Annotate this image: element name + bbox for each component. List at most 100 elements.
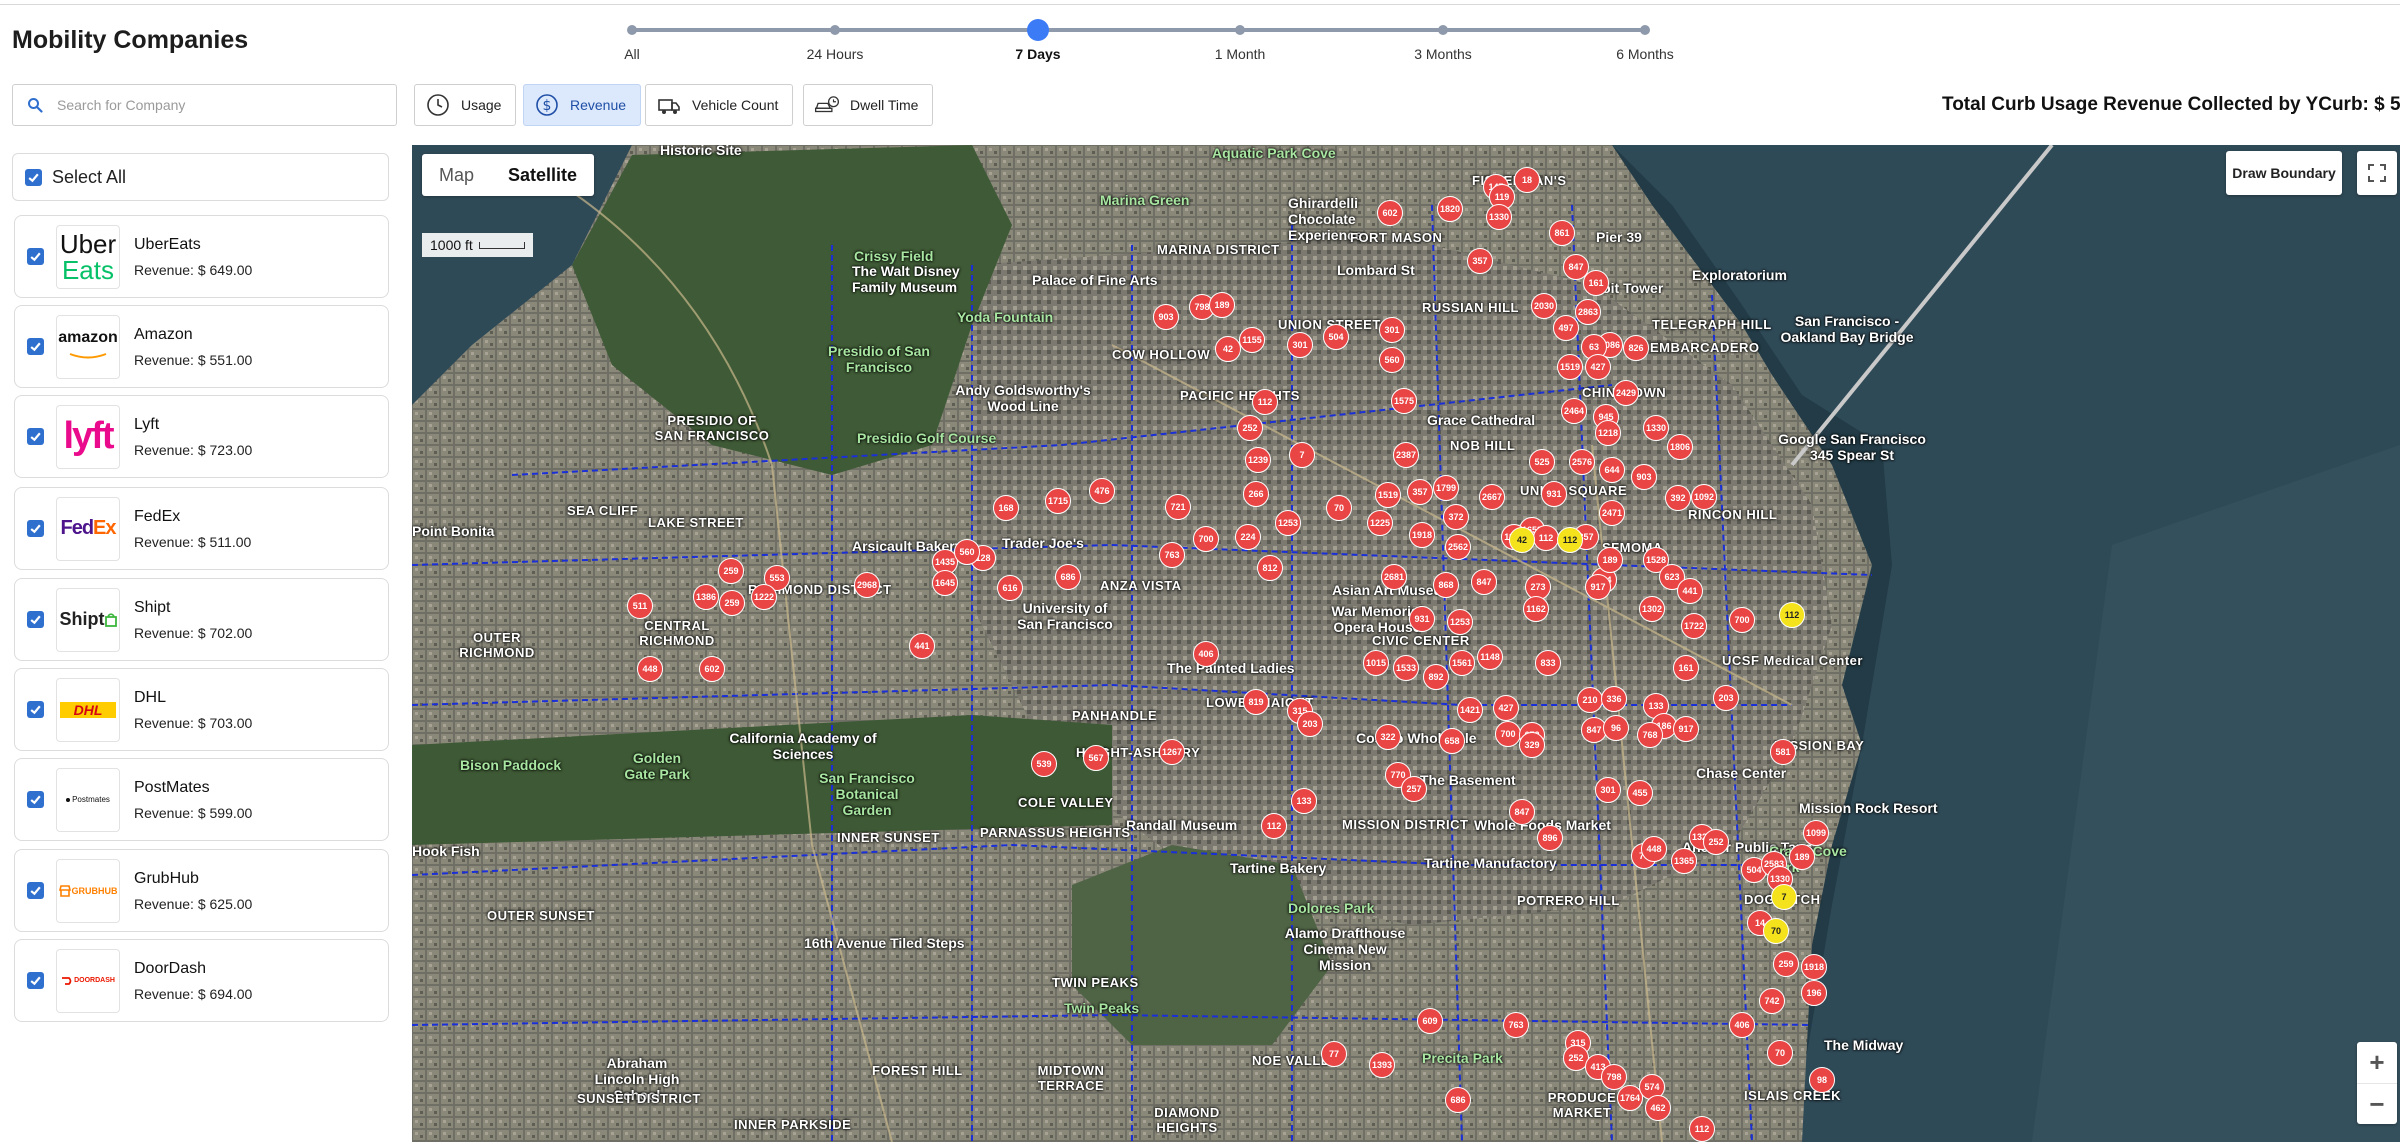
revenue-marker[interactable]: 259 (719, 590, 745, 616)
revenue-marker[interactable]: 892 (1423, 664, 1449, 690)
company-card-ubereats[interactable]: Uber Eats UberEats Revenue: $ 649.00 (14, 215, 389, 298)
company-checkbox[interactable] (27, 701, 44, 718)
revenue-marker[interactable]: 1820 (1437, 196, 1463, 222)
highlighted-marker[interactable]: 112 (1779, 602, 1805, 628)
revenue-marker[interactable]: 18 (1514, 167, 1540, 193)
company-search-box[interactable] (12, 84, 397, 126)
revenue-marker[interactable]: 847 (1471, 569, 1497, 595)
revenue-marker[interactable]: 721 (1165, 494, 1191, 520)
map-label[interactable]: The Midway (1824, 1037, 1903, 1053)
revenue-marker[interactable]: 903 (1631, 464, 1657, 490)
map-label[interactable]: MISSION DISTRICT (1342, 817, 1468, 832)
map-label[interactable]: Exploratorium (1692, 267, 1787, 283)
revenue-marker[interactable]: 2387 (1393, 442, 1419, 468)
timeline-label[interactable]: All (624, 46, 640, 62)
slider-track[interactable] (632, 28, 1646, 32)
map-label[interactable]: TWIN PEAKS (1052, 975, 1139, 990)
revenue-marker[interactable]: 441 (1677, 578, 1703, 604)
map-label[interactable]: Yoda Fountain (957, 309, 1053, 325)
revenue-marker[interactable]: 833 (1535, 650, 1561, 676)
revenue-marker[interactable]: 1365 (1671, 848, 1697, 874)
revenue-marker[interactable]: 189 (1209, 292, 1235, 318)
revenue-marker[interactable]: 448 (637, 656, 663, 682)
revenue-marker[interactable]: 1239 (1245, 447, 1271, 473)
revenue-marker[interactable]: 539 (1031, 751, 1057, 777)
revenue-marker[interactable]: 462 (1645, 1095, 1671, 1121)
map-label[interactable]: DIAMOND HEIGHTS (1142, 1105, 1232, 1135)
map-label[interactable]: MIDTOWN TERRACE (1026, 1063, 1116, 1093)
revenue-marker[interactable]: 42 (1215, 336, 1241, 362)
map-label[interactable]: LAKE STREET (648, 515, 744, 530)
revenue-marker[interactable]: 896 (1537, 825, 1563, 851)
revenue-marker[interactable]: 406 (1193, 641, 1219, 667)
revenue-marker[interactable]: 427 (1493, 695, 1519, 721)
revenue-marker[interactable]: 2562 (1445, 534, 1471, 560)
revenue-marker[interactable]: 203 (1713, 685, 1739, 711)
usage-toggle-button[interactable]: Usage (414, 84, 517, 126)
highlighted-marker[interactable]: 70 (1763, 918, 1789, 944)
company-card-shipt[interactable]: Shipt Shipt Revenue: $ 702.00 (14, 578, 389, 661)
map-label[interactable]: Randall Museum (1126, 817, 1237, 833)
map-label[interactable]: 16th Avenue Tiled Steps (804, 935, 965, 951)
map-label[interactable]: Pier 39 (1596, 229, 1642, 245)
revenue-marker[interactable]: 266 (1243, 481, 1269, 507)
revenue-marker[interactable]: 1222 (751, 584, 777, 610)
highlighted-marker[interactable]: 112 (1557, 527, 1583, 553)
revenue-marker[interactable]: 819 (1243, 689, 1269, 715)
revenue-marker[interactable]: 847 (1509, 799, 1535, 825)
map-label[interactable]: FOREST HILL (872, 1063, 963, 1078)
revenue-marker[interactable]: 1561 (1449, 650, 1475, 676)
revenue-marker[interactable]: 189 (1789, 844, 1815, 870)
revenue-marker[interactable]: 70 (1326, 495, 1352, 521)
revenue-marker[interactable]: 301 (1379, 317, 1405, 343)
company-checkbox[interactable] (27, 248, 44, 265)
map-label[interactable]: San Francisco - Oakland Bay Bridge (1772, 313, 1922, 345)
revenue-marker[interactable]: 917 (1585, 574, 1611, 600)
revenue-marker[interactable]: 1393 (1369, 1052, 1395, 1078)
revenue-marker[interactable]: 560 (1379, 347, 1405, 373)
map-label[interactable]: INNER SUNSET (837, 830, 940, 845)
company-checkbox[interactable] (27, 882, 44, 899)
revenue-marker[interactable]: 392 (1665, 485, 1691, 511)
select-all-row[interactable]: Select All (12, 153, 389, 201)
revenue-marker[interactable]: 1519 (1375, 482, 1401, 508)
revenue-marker[interactable]: 497 (1553, 315, 1579, 341)
timeline-dot[interactable] (1235, 25, 1245, 35)
revenue-marker[interactable]: 1253 (1275, 510, 1301, 536)
revenue-marker[interactable]: 931 (1541, 481, 1567, 507)
revenue-marker[interactable]: 196 (1801, 980, 1827, 1006)
revenue-marker[interactable]: 812 (1257, 555, 1283, 581)
revenue-marker[interactable]: 252 (1703, 829, 1729, 855)
map-label[interactable]: Marina Green (1100, 192, 1189, 208)
revenue-marker[interactable]: 112 (1689, 1116, 1715, 1142)
company-checkbox[interactable] (27, 611, 44, 628)
draw-boundary-button[interactable]: Draw Boundary (2226, 151, 2342, 195)
revenue-marker[interactable]: 1162 (1523, 596, 1549, 622)
revenue-marker[interactable]: 2464 (1561, 398, 1587, 424)
revenue-marker[interactable]: 1918 (1409, 522, 1435, 548)
revenue-marker[interactable]: 1148 (1477, 644, 1503, 670)
revenue-marker[interactable]: 77 (1321, 1041, 1347, 1067)
map-label[interactable]: Lombard St (1337, 262, 1415, 278)
revenue-marker[interactable]: 1799 (1433, 475, 1459, 501)
company-card-amazon[interactable]: amazon Amazon Revenue: $ 551.00 (14, 305, 389, 388)
revenue-marker[interactable]: 861 (1549, 220, 1575, 246)
map-label[interactable]: Presidio of San Francisco (824, 343, 934, 375)
revenue-marker[interactable]: 259 (718, 558, 744, 584)
revenue-marker[interactable]: 525 (1529, 449, 1555, 475)
map-label[interactable]: PANHANDLE (1072, 708, 1157, 723)
revenue-marker[interactable]: 252 (1237, 415, 1263, 441)
revenue-marker[interactable]: 301 (1287, 332, 1313, 358)
fullscreen-button[interactable] (2357, 151, 2397, 195)
revenue-toggle-button[interactable]: $ Revenue (523, 84, 642, 126)
revenue-marker[interactable]: 1302 (1639, 596, 1665, 622)
map-label[interactable]: RUSSIAN HILL (1422, 300, 1519, 315)
revenue-marker[interactable]: 602 (699, 656, 725, 682)
revenue-marker[interactable]: 203 (1297, 711, 1323, 737)
revenue-marker[interactable]: 1092 (1691, 484, 1717, 510)
revenue-marker[interactable]: 427 (1585, 354, 1611, 380)
map-label[interactable]: INNER PARKSIDE (734, 1117, 851, 1132)
timeline-dot[interactable] (1640, 25, 1650, 35)
map-label[interactable]: Hook Fish (412, 843, 480, 859)
revenue-marker[interactable]: 2968 (854, 572, 880, 598)
